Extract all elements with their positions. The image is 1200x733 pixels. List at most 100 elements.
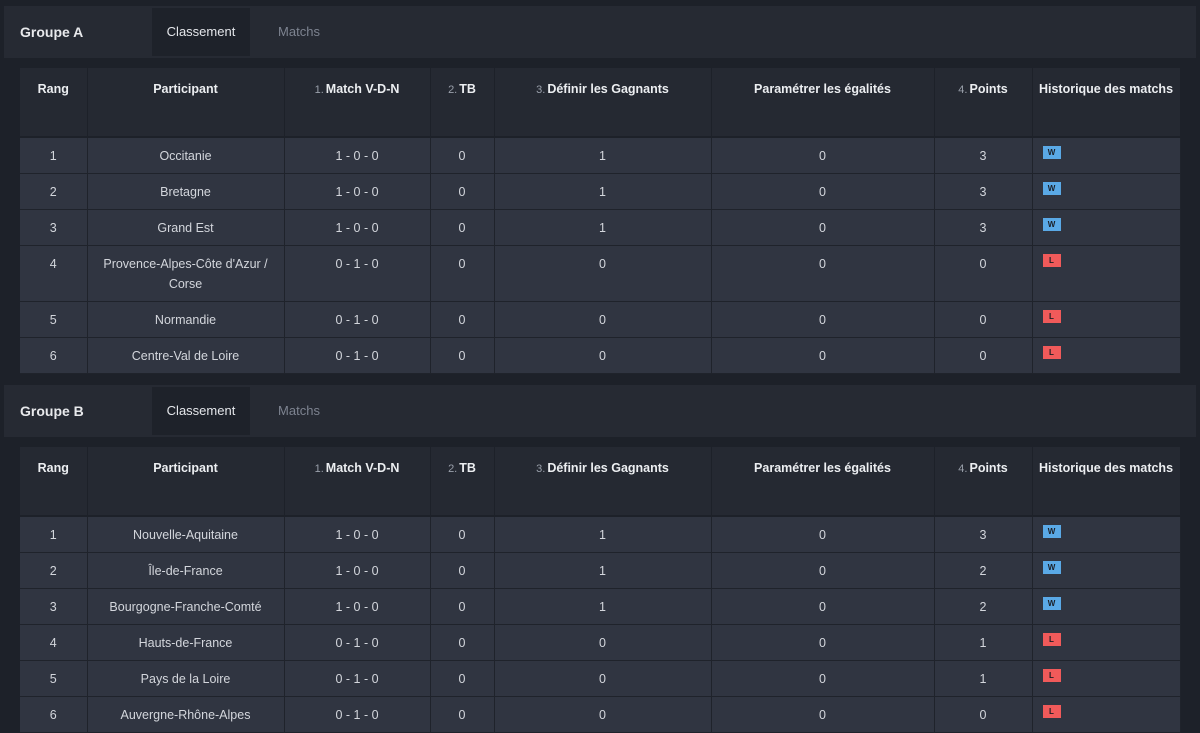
cell-participant: Hauts-de-France [87, 624, 285, 661]
table-row: 1 Nouvelle-Aquitaine 1 - 0 - 00103W [20, 516, 1181, 553]
column-header-rank: Rang [20, 447, 88, 517]
cell-points: 0 [934, 245, 1033, 302]
cell-participant: Nouvelle-Aquitaine [87, 516, 285, 553]
table-row: 3 Bourgogne-Franche-Comté 1 - 0 - 00102W [20, 588, 1181, 625]
column-header-winners: 3. Définir les Gagnants [494, 447, 712, 517]
cell-winners: 1 [494, 137, 712, 174]
group-header: Groupe B Classement Matchs [4, 385, 1196, 437]
column-header-participant: Participant [87, 68, 285, 138]
cell-rank: 3 [20, 209, 88, 246]
group-title: Groupe B [20, 403, 84, 419]
win-badge[interactable]: W [1042, 217, 1061, 231]
cell-ties: 0 [711, 660, 935, 697]
cell-points: 0 [934, 301, 1033, 338]
cell-rank: 3 [20, 588, 88, 625]
cell-record: 0 - 1 - 0 [284, 624, 431, 661]
cell-tiebreak: 0 [430, 245, 495, 302]
column-label: Participant [153, 461, 218, 475]
cell-history: L [1032, 696, 1181, 733]
column-label: Participant [153, 82, 218, 96]
cell-points: 3 [934, 173, 1033, 210]
cell-winners: 0 [494, 660, 712, 697]
column-order-number: 3. [536, 463, 546, 475]
table-row: 6 Centre-Val de Loire 0 - 1 - 00000L [20, 337, 1181, 374]
cell-record: 1 - 0 - 0 [284, 137, 431, 174]
cell-ties: 0 [711, 209, 935, 246]
cell-tiebreak: 0 [430, 552, 495, 589]
loss-badge[interactable]: L [1042, 632, 1061, 646]
cell-history: L [1032, 301, 1181, 338]
loss-badge[interactable]: L [1042, 345, 1061, 359]
cell-points: 3 [934, 209, 1033, 246]
cell-points: 3 [934, 137, 1033, 174]
column-label: Match V-D-N [325, 82, 400, 96]
cell-winners: 0 [494, 245, 712, 302]
cell-history: W [1032, 516, 1181, 553]
table-row: 4 Hauts-de-France 0 - 1 - 00001L [20, 624, 1181, 661]
column-label: TB [459, 82, 476, 96]
tab-matches[interactable]: Matchs [254, 387, 344, 435]
cell-points: 2 [934, 588, 1033, 625]
cell-rank: 6 [20, 696, 88, 733]
column-order-number: 4. [958, 463, 968, 475]
cell-rank: 5 [20, 660, 88, 697]
cell-participant: Provence-Alpes-Côte d'Azur / Corse [87, 245, 285, 302]
cell-participant: Normandie [87, 301, 285, 338]
cell-history: W [1032, 209, 1181, 246]
cell-points: 3 [934, 516, 1033, 553]
loss-badge[interactable]: L [1042, 704, 1061, 718]
cell-tiebreak: 0 [430, 516, 495, 553]
column-label: Historique des matchs [1038, 82, 1174, 96]
standings-table-wrap: Rang Participant 1. Match V-D-N 2. TB 3. Défini… [20, 68, 1181, 374]
standings-table: Rang Participant 1. Match V-D-N 2. TB 3. Défini… [20, 447, 1181, 733]
table-row: 2 Île-de-France 1 - 0 - 00102W [20, 552, 1181, 589]
cell-record: 1 - 0 - 0 [284, 516, 431, 553]
column-header-points: 4. Points [934, 68, 1033, 138]
win-badge[interactable]: W [1042, 560, 1061, 574]
cell-record: 1 - 0 - 0 [284, 209, 431, 246]
cell-history: L [1032, 624, 1181, 661]
loss-badge[interactable]: L [1042, 309, 1061, 323]
cell-history: W [1032, 137, 1181, 174]
cell-winners: 0 [494, 624, 712, 661]
column-header-ties: Paramétrer les égalités [711, 447, 935, 517]
cell-rank: 1 [20, 137, 88, 174]
win-badge[interactable]: W [1042, 146, 1061, 159]
cell-record: 0 - 1 - 0 [284, 337, 431, 374]
cell-ties: 0 [711, 173, 935, 210]
cell-record: 0 - 1 - 0 [284, 301, 431, 338]
cell-points: 0 [934, 337, 1033, 374]
cell-ties: 0 [711, 696, 935, 733]
win-badge[interactable]: W [1042, 596, 1061, 610]
tab-standings[interactable]: Classement [152, 8, 250, 56]
table-row: 5 Normandie 0 - 1 - 00000L [20, 301, 1181, 338]
cell-ties: 0 [711, 516, 935, 553]
cell-rank: 1 [20, 516, 88, 553]
loss-badge[interactable]: L [1042, 253, 1061, 267]
cell-winners: 0 [494, 337, 712, 374]
win-badge[interactable]: W [1042, 181, 1061, 195]
column-label: Rang [37, 82, 69, 96]
cell-history: W [1032, 173, 1181, 210]
cell-rank: 2 [20, 173, 88, 210]
tab-standings[interactable]: Classement [152, 387, 250, 435]
win-badge[interactable]: W [1042, 525, 1061, 538]
cell-participant: Occitanie [87, 137, 285, 174]
column-label: Rang [37, 461, 69, 475]
cell-tiebreak: 0 [430, 301, 495, 338]
column-header-tiebreak: 2. TB [430, 447, 495, 517]
table-row: 1 Occitanie 1 - 0 - 00103W [20, 137, 1181, 174]
table-header-row: Rang Participant 1. Match V-D-N 2. TB 3. Défini… [20, 68, 1181, 138]
cell-tiebreak: 0 [430, 588, 495, 625]
column-order-number: 2. [448, 463, 458, 475]
group-header: Groupe A Classement Matchs [4, 6, 1196, 58]
standings-table-wrap: Rang Participant 1. Match V-D-N 2. TB 3. Défini… [20, 447, 1181, 733]
cell-history: W [1032, 588, 1181, 625]
cell-ties: 0 [711, 137, 935, 174]
cell-ties: 0 [711, 245, 935, 302]
column-header-participant: Participant [87, 447, 285, 517]
loss-badge[interactable]: L [1042, 668, 1061, 682]
table-header-row: Rang Participant 1. Match V-D-N 2. TB 3. Défini… [20, 447, 1181, 517]
column-label: Paramétrer les égalités [754, 82, 891, 96]
tab-matches[interactable]: Matchs [254, 8, 344, 56]
